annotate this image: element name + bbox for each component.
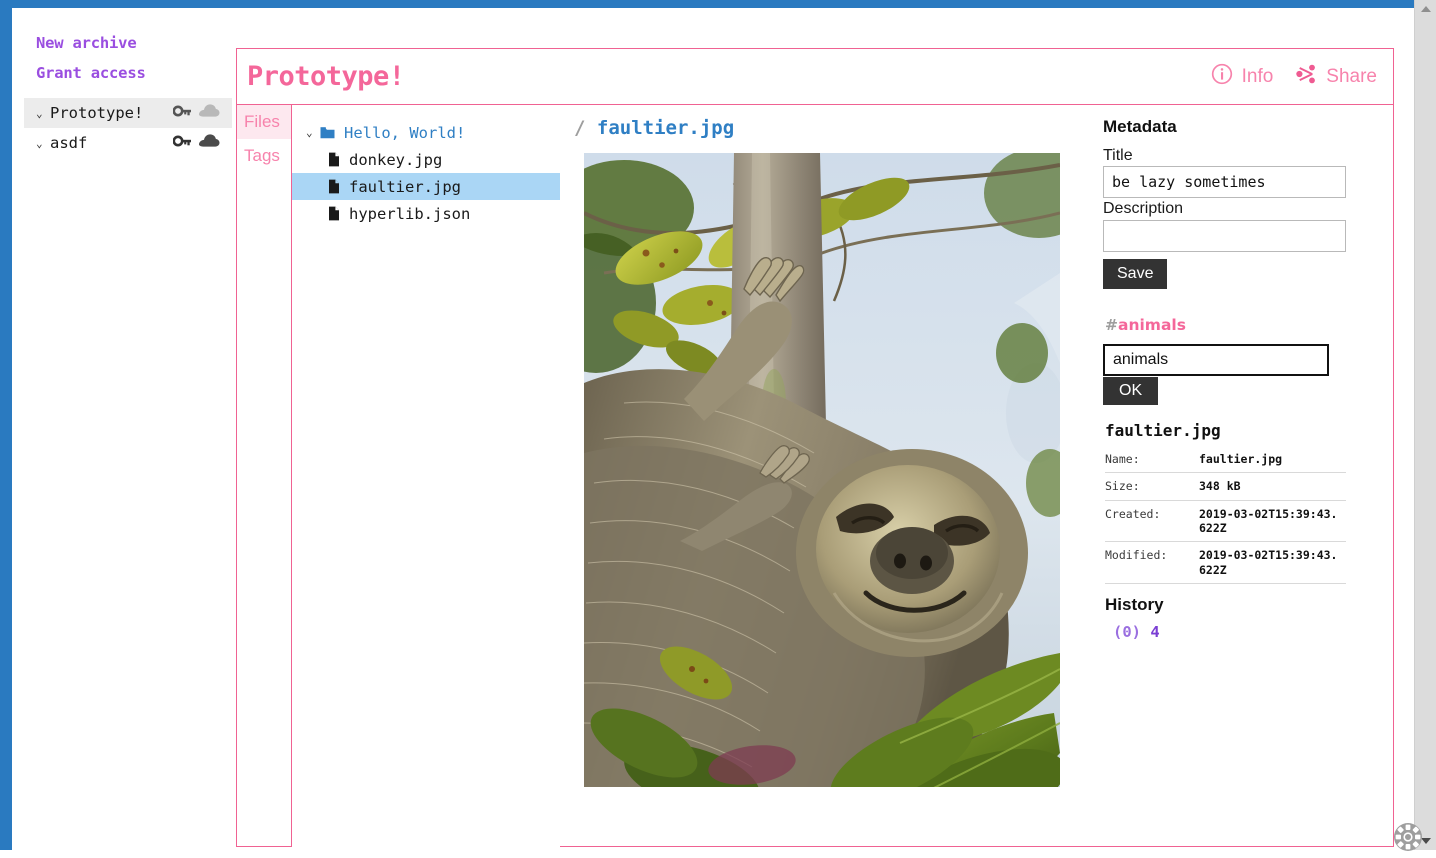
- history-heading: History: [1105, 595, 1373, 615]
- header-actions: Info Share: [1211, 63, 1377, 91]
- tree-file-faultier[interactable]: faultier.jpg: [292, 173, 560, 200]
- application-window: New archive Grant access ⌄ Prototype!: [0, 0, 1436, 850]
- file-icon: [328, 179, 340, 194]
- page-title: Prototype!: [247, 61, 405, 92]
- vertical-scrollbar[interactable]: [1414, 0, 1436, 850]
- sidebar: New archive Grant access ⌄ Prototype!: [24, 16, 232, 850]
- history-entry[interactable]: (0) 4: [1113, 623, 1373, 641]
- grant-access-link[interactable]: Grant access: [24, 58, 232, 88]
- share-label: Share: [1326, 66, 1377, 88]
- window-content: New archive Grant access ⌄ Prototype!: [12, 8, 1414, 850]
- tab-tags[interactable]: Tags: [237, 139, 291, 173]
- gear-icon[interactable]: [1393, 820, 1427, 854]
- tab-files-label: Files: [244, 112, 280, 132]
- tab-tags-label: Tags: [244, 146, 280, 166]
- tree-folder-label: Hello, World!: [344, 124, 465, 142]
- file-icon: [328, 206, 340, 221]
- history-entry-value: 4: [1150, 623, 1159, 641]
- folder-icon: [320, 126, 335, 139]
- archive-item-label: asdf: [50, 134, 87, 152]
- table-row: Name: faultier.jpg: [1105, 446, 1346, 473]
- share-icon: [1295, 63, 1317, 91]
- info-value: 2019-03-02T15:39:43.622Z: [1199, 542, 1346, 584]
- image-preview[interactable]: [584, 153, 1060, 787]
- breadcrumb-separator: /: [574, 117, 585, 139]
- card-body: Files Tags ⌄: [237, 105, 1393, 847]
- tab-files[interactable]: Files: [237, 105, 291, 139]
- info-circle-icon: [1211, 63, 1233, 91]
- info-value: faultier.jpg: [1199, 446, 1346, 473]
- description-field[interactable]: [1103, 220, 1346, 252]
- cloud-icon[interactable]: [198, 104, 220, 122]
- file-icon: [328, 152, 340, 167]
- card-header: Prototype! Info: [237, 49, 1393, 105]
- info-key: Name:: [1105, 446, 1199, 473]
- tag-hash: #: [1105, 316, 1118, 334]
- info-button[interactable]: Info: [1211, 63, 1274, 91]
- info-value: 348 kB: [1199, 473, 1346, 500]
- tab-rail: Files Tags: [237, 105, 292, 847]
- chevron-down-icon[interactable]: ⌄: [306, 127, 320, 138]
- info-key: Created:: [1105, 500, 1199, 542]
- title-label: Title: [1103, 147, 1373, 165]
- history-entry-index: (0): [1113, 623, 1141, 641]
- save-button[interactable]: Save: [1103, 259, 1167, 289]
- archive-item-asdf[interactable]: ⌄ asdf: [24, 128, 232, 158]
- preview-pane: / faultier.jpg: [560, 105, 1091, 847]
- metadata-heading: Metadata: [1103, 117, 1373, 137]
- key-icon[interactable]: [173, 134, 192, 152]
- tree-file-label: faultier.jpg: [349, 178, 461, 196]
- archive-card: Prototype! Info: [236, 48, 1394, 847]
- info-key: Size:: [1105, 473, 1199, 500]
- archive-item-icons: [173, 134, 224, 152]
- tree-file-hyperlib[interactable]: hyperlib.json: [292, 200, 560, 227]
- archive-list: ⌄ Prototype!: [24, 98, 232, 158]
- description-label: Description: [1103, 200, 1373, 218]
- table-row: Size: 348 kB: [1105, 473, 1346, 500]
- key-icon[interactable]: [173, 104, 192, 122]
- breadcrumb: / faultier.jpg: [574, 117, 1091, 139]
- tree-file-label: hyperlib.json: [349, 205, 470, 223]
- file-info-table: Name: faultier.jpg Size: 348 kB Created:…: [1105, 446, 1346, 584]
- title-field[interactable]: [1103, 166, 1346, 198]
- info-value: 2019-03-02T15:39:43.622Z: [1199, 500, 1346, 542]
- archive-item-prototype[interactable]: ⌄ Prototype!: [24, 98, 232, 128]
- share-button[interactable]: Share: [1295, 63, 1377, 91]
- cloud-icon[interactable]: [198, 134, 220, 152]
- tree-file-label: donkey.jpg: [349, 151, 442, 169]
- new-archive-link[interactable]: New archive: [24, 28, 232, 58]
- archive-item-icons: [173, 104, 224, 122]
- scroll-up-arrow-icon[interactable]: [1415, 0, 1436, 18]
- breadcrumb-current[interactable]: faultier.jpg: [597, 117, 734, 139]
- info-key: Modified:: [1105, 542, 1199, 584]
- archive-item-label: Prototype!: [50, 104, 143, 122]
- metadata-pane: Metadata Title Description Save #animals…: [1091, 105, 1393, 847]
- tree-folder-hello-world[interactable]: ⌄ Hello, World!: [292, 119, 560, 146]
- chevron-down-icon[interactable]: ⌄: [36, 108, 47, 119]
- ok-button[interactable]: OK: [1103, 377, 1158, 405]
- table-row: Modified: 2019-03-02T15:39:43.622Z: [1105, 542, 1346, 584]
- table-row: Created: 2019-03-02T15:39:43.622Z: [1105, 500, 1346, 542]
- tag-list: #animals: [1105, 316, 1373, 334]
- tag-chip-animals[interactable]: animals: [1118, 316, 1186, 334]
- file-info-heading: faultier.jpg: [1105, 421, 1373, 440]
- chevron-down-icon[interactable]: ⌄: [36, 138, 47, 149]
- info-label: Info: [1242, 66, 1274, 88]
- tag-input[interactable]: [1103, 344, 1329, 376]
- file-tree: ⌄ Hello, World!: [292, 105, 560, 847]
- tree-file-donkey[interactable]: donkey.jpg: [292, 146, 560, 173]
